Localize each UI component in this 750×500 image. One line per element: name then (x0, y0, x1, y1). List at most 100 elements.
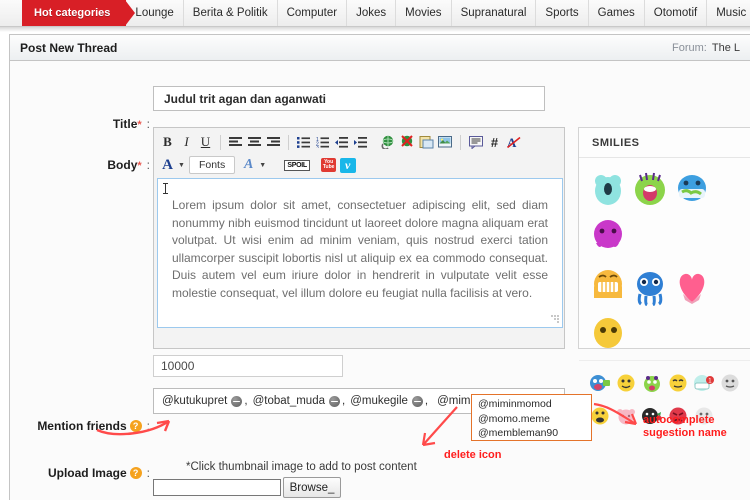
upload-hint-text: *Click thumbnail image to add to post co… (186, 461, 417, 473)
italic-icon[interactable]: I (177, 133, 196, 152)
underline-icon[interactable]: U (196, 133, 215, 152)
forum-value: The L (711, 41, 740, 54)
body-textarea[interactable]: Lorem ipsum dolor sit amet, consectetuer… (157, 178, 563, 328)
browse-button[interactable]: Browse_ (283, 477, 341, 498)
upload-file-input[interactable] (153, 479, 281, 496)
body-label-text: Body (107, 158, 138, 172)
title-field-label: Title*: (40, 117, 150, 131)
top-navigation-bar: Hot categories Lounge Berita & Politik C… (0, 0, 750, 27)
smiley-icon[interactable] (587, 310, 629, 356)
spoiler-icon[interactable]: SPOIL (284, 156, 310, 175)
smiley-icon[interactable] (629, 165, 671, 211)
text-caret (163, 183, 168, 194)
colon: : (146, 117, 150, 131)
nav-item-hot-categories[interactable]: Hot categories (22, 0, 136, 26)
nav-label: Otomotif (653, 7, 698, 19)
mention-tag-label: @kutukupret (162, 395, 228, 407)
align-center-icon[interactable] (245, 133, 264, 152)
body-text-content: Lorem ipsum dolor sit amet, consectetuer… (172, 198, 548, 300)
indent-icon[interactable] (351, 133, 370, 152)
nav-item-supranatural[interactable]: Supranatural (452, 0, 537, 26)
smilies-grid-small-1: 1 (579, 363, 750, 396)
remove-format-icon[interactable]: A (504, 133, 523, 152)
divider (579, 360, 750, 361)
smiley-icon[interactable] (613, 370, 639, 396)
svg-text:3: 3 (316, 145, 319, 148)
smilies-grid-large-2 (579, 257, 750, 356)
smiley-icon[interactable] (587, 211, 629, 257)
help-icon[interactable]: ? (129, 467, 142, 479)
font-size-icon[interactable]: A (239, 156, 258, 175)
resize-grip[interactable] (550, 315, 559, 324)
text-color-icon[interactable]: A (158, 156, 177, 175)
forum-label: Forum: (672, 41, 707, 54)
nav-item-movies[interactable]: Movies (396, 0, 452, 26)
smiley-icon[interactable] (639, 370, 665, 396)
smiley-icon[interactable] (671, 165, 713, 211)
autocomplete-option[interactable]: @miminmomod (478, 397, 591, 412)
nav-item-sports[interactable]: Sports (536, 0, 589, 26)
title-input[interactable] (153, 86, 545, 111)
nav-item-berita-politik[interactable]: Berita & Politik (184, 0, 278, 26)
annotation-delete-icon-label: delete icon (444, 449, 502, 461)
smiley-icon[interactable] (665, 370, 691, 396)
help-icon[interactable]: ? (129, 420, 142, 432)
smiley-icon[interactable] (629, 264, 671, 310)
smiley-icon[interactable] (587, 370, 613, 396)
numbered-list-icon[interactable]: 123 (313, 133, 332, 152)
smiley-icon[interactable] (671, 264, 713, 310)
title-label-text: Title (112, 117, 138, 131)
annotation-line-1: autocomplete (643, 414, 715, 426)
mention-tag[interactable]: @kutukupret (162, 395, 243, 407)
mention-label-text: Mention friends (37, 419, 127, 433)
annotation-autocomplete-label: autocomplete sugestion name (643, 414, 727, 440)
required-asterisk: * (137, 160, 142, 172)
nav-item-music[interactable]: Music (707, 0, 750, 26)
bold-icon[interactable]: B (158, 133, 177, 152)
remove-link-icon[interactable] (398, 133, 417, 152)
smiley-icon[interactable] (587, 165, 629, 211)
mention-tag[interactable]: @tobat_muda (253, 395, 340, 407)
nav-shadow (0, 27, 750, 32)
delete-icon[interactable] (411, 395, 423, 407)
forum-breadcrumb: Forum: The L (672, 42, 740, 54)
align-right-icon[interactable] (264, 133, 283, 152)
outdent-icon[interactable] (332, 133, 351, 152)
align-left-icon[interactable] (226, 133, 245, 152)
nav-label: Lounge (135, 7, 174, 19)
smiley-icon[interactable] (613, 403, 639, 429)
fonts-dropdown[interactable]: Fonts (188, 156, 236, 174)
chevron-down-icon[interactable]: ▼ (178, 162, 185, 169)
delete-icon[interactable] (231, 395, 243, 407)
code-icon[interactable]: # (485, 133, 504, 152)
delete-icon[interactable] (329, 395, 340, 407)
autocomplete-option[interactable]: @momo.meme (478, 412, 591, 427)
autocomplete-option[interactable]: @membleman90 (478, 426, 591, 441)
youtube-badge: You Tube (321, 158, 337, 172)
autocomplete-dropdown[interactable]: @miminmomod @momo.meme @membleman90 (471, 394, 592, 441)
nav-item-jokes[interactable]: Jokes (347, 0, 397, 26)
smilies-title: SMILIES (579, 128, 750, 158)
nav-label: Supranatural (460, 7, 527, 19)
nav-item-computer[interactable]: Computer (278, 0, 348, 26)
mention-tag[interactable]: @mukegile (350, 395, 423, 407)
insert-link-icon[interactable] (379, 133, 398, 152)
smiley-icon[interactable]: 1 (691, 370, 717, 396)
required-asterisk: * (137, 119, 142, 131)
nav-item-otomotif[interactable]: Otomotif (645, 0, 708, 26)
nav-item-games[interactable]: Games (589, 0, 645, 26)
youtube-bottom: Tube (322, 164, 335, 170)
nav-label: Music (716, 7, 747, 19)
colon: : (146, 419, 150, 433)
insert-image-icon[interactable] (436, 133, 455, 152)
smiley-icon[interactable] (717, 370, 743, 396)
bullet-list-icon[interactable] (294, 133, 313, 152)
youtube-icon[interactable]: You Tube (319, 156, 338, 175)
mention-tag-label: @tobat_muda (252, 395, 325, 407)
chevron-down-icon[interactable]: ▼ (259, 162, 266, 169)
insert-file-icon[interactable] (417, 133, 436, 152)
quote-icon[interactable] (466, 133, 485, 152)
smiley-icon[interactable] (587, 264, 629, 310)
character-counter: 10000 (153, 355, 343, 377)
vimeo-icon[interactable]: v (338, 156, 357, 175)
